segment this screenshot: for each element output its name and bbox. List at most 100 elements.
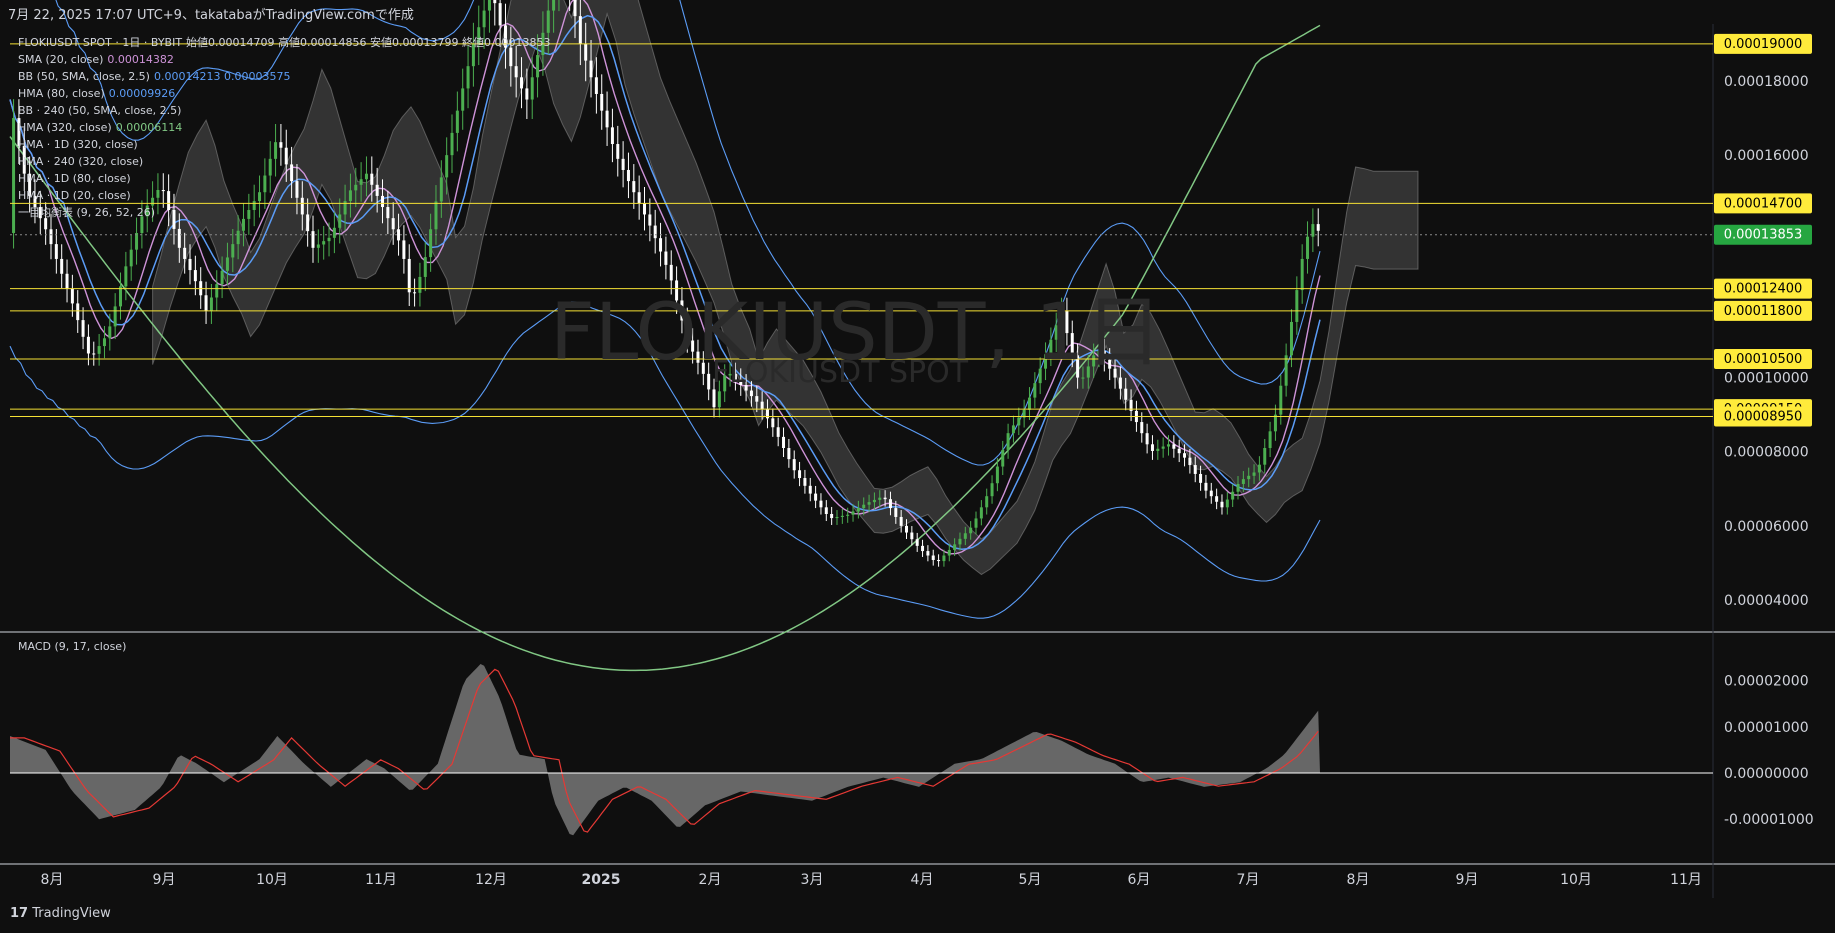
legend-row-hma1d80[interactable]: HMA · 1D (80, close) bbox=[18, 170, 550, 187]
candle-body bbox=[129, 249, 133, 267]
candle-body bbox=[1209, 490, 1213, 497]
time-tick-label: 8月 bbox=[41, 872, 64, 888]
legend-row-bb[interactable]: BB (50, SMA, close, 2.5) 0.00014213 0.000… bbox=[18, 68, 550, 85]
candle-body bbox=[1279, 385, 1283, 415]
candle-body bbox=[487, 0, 491, 11]
candle-body bbox=[974, 518, 978, 528]
candle-body bbox=[1199, 473, 1203, 483]
candle-body bbox=[771, 418, 775, 428]
candle-body bbox=[1177, 448, 1181, 454]
candle-body bbox=[990, 483, 994, 497]
candle-body bbox=[696, 351, 700, 363]
candle-body bbox=[894, 508, 898, 517]
candle-body bbox=[648, 214, 652, 226]
candle-body bbox=[899, 516, 903, 526]
price-tick-label: 0.00016000 bbox=[1724, 148, 1809, 164]
candle-body bbox=[429, 229, 433, 258]
candle-body bbox=[60, 258, 64, 274]
candle-body bbox=[316, 244, 320, 248]
candle-body bbox=[423, 257, 427, 277]
legend-row-hma320[interactable]: HMA (320, close) 0.00006114 bbox=[18, 119, 550, 136]
candle-body bbox=[851, 511, 855, 515]
level-label: 0.00012400 bbox=[1724, 282, 1803, 297]
candle-body bbox=[327, 237, 331, 242]
candle-body bbox=[1236, 483, 1240, 492]
candle-body bbox=[70, 288, 74, 304]
candle-body bbox=[236, 230, 240, 245]
candle-body bbox=[1060, 310, 1064, 326]
candle-body bbox=[728, 373, 732, 376]
legend-row-sma[interactable]: SMA (20, close) 0.00014382 bbox=[18, 51, 550, 68]
time-tick-label: 11月 bbox=[365, 872, 397, 888]
candle-body bbox=[653, 225, 657, 239]
last-price-label: 0.00013853 bbox=[1724, 228, 1803, 243]
candle-body bbox=[1065, 310, 1069, 334]
candle-body bbox=[878, 497, 882, 500]
candle-body bbox=[1054, 325, 1058, 340]
candle-body bbox=[311, 231, 315, 248]
time-tick-label: 10月 bbox=[256, 872, 288, 888]
candle-body bbox=[915, 539, 919, 546]
candle-body bbox=[12, 118, 16, 233]
candle-body bbox=[1215, 496, 1219, 502]
candle-body bbox=[733, 373, 737, 380]
candle-body bbox=[712, 389, 716, 408]
legend-row-bb240[interactable]: BB · 240 (50, SMA, close, 2.5) bbox=[18, 102, 550, 119]
candle-body bbox=[1086, 366, 1090, 378]
candle-body bbox=[610, 127, 614, 145]
candle-body bbox=[664, 251, 668, 265]
candle-body bbox=[626, 169, 630, 182]
candle-body bbox=[883, 497, 887, 500]
candle-body bbox=[135, 232, 139, 250]
candle-body bbox=[215, 284, 219, 298]
candle-body bbox=[1241, 479, 1245, 484]
legend-row-hma1d20[interactable]: HMA · 1D (20, close) bbox=[18, 187, 550, 204]
candle-body bbox=[1070, 333, 1074, 356]
macd-label[interactable]: MACD (9, 17, close) bbox=[18, 640, 126, 653]
candle-body bbox=[1113, 368, 1117, 378]
candle-body bbox=[124, 266, 128, 287]
legend-row-hma240-320[interactable]: HMA · 240 (320, close) bbox=[18, 153, 550, 170]
candle-body bbox=[413, 292, 417, 294]
candle-body bbox=[755, 396, 759, 402]
price-tick-label: 0.00008000 bbox=[1724, 445, 1809, 461]
level-label: 0.00014700 bbox=[1724, 196, 1803, 211]
legend-row-hma80[interactable]: HMA (80, close) 0.00009926 bbox=[18, 85, 550, 102]
candle-body bbox=[867, 502, 871, 505]
candle-body bbox=[1124, 388, 1128, 400]
candle-body bbox=[1108, 359, 1112, 369]
candle-body bbox=[888, 499, 892, 509]
time-tick-label: 9月 bbox=[1456, 872, 1479, 888]
candle-body bbox=[54, 244, 58, 259]
candle-body bbox=[231, 244, 235, 258]
candle-body bbox=[798, 470, 802, 479]
candle-body bbox=[322, 241, 326, 245]
candle-body bbox=[723, 375, 727, 392]
legend-row-hma1d320[interactable]: HMA · 1D (320, close) bbox=[18, 136, 550, 153]
candle-body bbox=[616, 144, 620, 159]
indicator-legend: FLOKIUSDT SPOT · 1日 · BYBIT 始値0.00014709 … bbox=[18, 34, 550, 221]
candle-body bbox=[637, 192, 641, 204]
candle-body bbox=[808, 485, 812, 494]
candle-body bbox=[193, 270, 197, 282]
candle-body bbox=[776, 427, 780, 437]
candle-body bbox=[482, 10, 486, 28]
candle-body bbox=[782, 436, 786, 449]
candle-body bbox=[921, 545, 925, 552]
legend-row-symbol[interactable]: FLOKIUSDT SPOT · 1日 · BYBIT 始値0.00014709 … bbox=[18, 34, 550, 51]
time-tick-label: 3月 bbox=[801, 872, 824, 888]
time-tick-label: 2月 bbox=[699, 872, 722, 888]
candle-body bbox=[1150, 444, 1154, 451]
tradingview-footer[interactable]: 𝟭𝟳 TradingView bbox=[10, 906, 111, 921]
price-tick-label: 0.00006000 bbox=[1724, 519, 1809, 535]
time-tick-label: 9月 bbox=[153, 872, 176, 888]
candle-body bbox=[691, 340, 695, 352]
legend-row-ichimoku[interactable]: 一目均衡表 (9, 26, 52, 26) bbox=[18, 204, 550, 221]
price-tick-label: 0.00018000 bbox=[1724, 74, 1809, 90]
candle-body bbox=[947, 549, 951, 556]
time-tick-label: 8月 bbox=[1347, 872, 1370, 888]
candle-body bbox=[76, 303, 80, 321]
time-tick-label: 12月 bbox=[475, 872, 507, 888]
candle-body bbox=[685, 320, 689, 341]
candle-body bbox=[1140, 422, 1144, 434]
